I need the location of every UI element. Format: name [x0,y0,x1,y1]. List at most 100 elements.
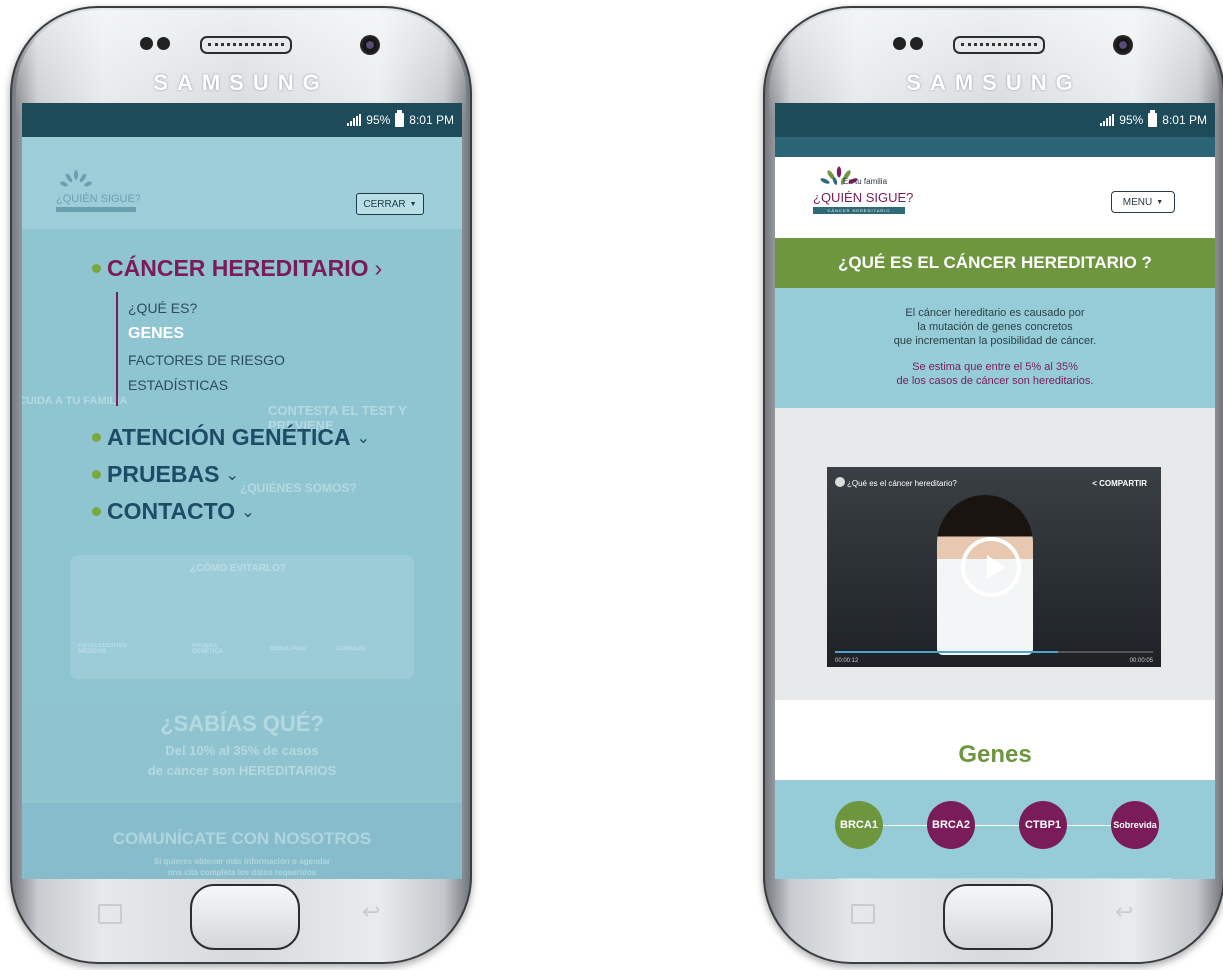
battery-percent: 95% [1119,113,1144,127]
logo-line1: En tu familia [843,177,888,186]
bg-como-text: ¿CÓMO EVITARLO? [190,563,286,574]
info-highlight-1: Se estima que entre el 5% al 35% [912,361,1078,373]
info-highlight-2: de los casos de cáncer son hereditarios. [896,375,1094,387]
site-logo: ¿QUIÉN SIGUE? [56,170,140,212]
close-menu-button[interactable]: CERRAR ▼ [356,193,424,215]
bg-step-3: RESULTADO [270,646,307,652]
page-title: ¿QUÉ ES EL CÁNCER HEREDITARIO ? [775,238,1215,288]
recent-apps-icon[interactable] [98,904,122,924]
chevron-down-icon: ⌄ [241,503,255,521]
bullet-icon [92,264,101,273]
logo-line2: ¿QUIÉN SIGUE? [56,192,140,205]
channel-avatar-icon [835,477,845,487]
bg-sabias-title: ¿SABÍAS QUÉ? [160,711,324,736]
submenu: ¿QUÉ ES? GENES FACTORES DE RIESGO ESTADÍ… [116,292,452,406]
menu-item-contacto[interactable]: CONTACTO ⌄ [92,498,452,525]
gene-brca1[interactable]: BRCA1 [835,801,883,849]
gene-connector [975,825,1019,826]
site-logo[interactable]: En tu familia ¿QUIÉN SIGUE? CÁNCER HERED… [813,165,913,217]
signal-icon [1100,114,1115,126]
top-strip [775,137,1215,157]
clock: 8:01 PM [1162,113,1207,127]
menu-button-label: MENU [1122,196,1153,208]
gene-brca2[interactable]: BRCA2 [927,801,975,849]
menu-item-cancer-hereditario[interactable]: CÁNCER HEREDITARIO › [92,255,452,282]
menu-item-label: ATENCIÓN GENÉTICA [107,424,351,450]
status-bar: 95% 8:01 PM [22,103,462,137]
info-line-2: la mutación de genes concretos [917,321,1073,333]
bg-comunicate-title: COMUNÍCATE CON NOSOTROS [112,829,372,848]
submenu-item-genes[interactable]: GENES [128,325,452,343]
phone-left: SAMSUNG ¿QUIÉN SIGUE? CERRAR ▼ CUIDA A T… [10,6,472,964]
gene-info-popup [837,878,1171,879]
share-icon: < [1092,479,1097,488]
gene-sobrevida[interactable]: Sobrevida [1111,801,1159,849]
bullet-icon [92,470,101,479]
menu-button[interactable]: MENU ▼ [1111,191,1175,213]
bullet-icon [92,433,101,442]
chevron-down-icon: ⌄ [225,466,239,484]
logo-line2: ¿QUIÉN SIGUE? [813,190,914,205]
clock: 8:01 PM [409,113,454,127]
close-menu-label: CERRAR [363,198,406,210]
bg-stat-line2: de cáncer son HEREDITARIOS [147,763,337,778]
status-bar: 95% 8:01 PM [775,103,1215,137]
genes-title: Genes [958,741,1032,768]
info-line-1: El cáncer hereditario es causado por [905,307,1085,319]
video-total-time: 00:00:05 [1129,658,1153,664]
front-camera-icon [360,35,380,55]
share-label: COMPARTIR [1099,479,1147,488]
front-camera-icon [1113,35,1133,55]
bg-comunicate-sub1: Si quieres obtener más información o age… [153,857,331,866]
gene-ctbp1[interactable]: CTBP1 [1019,801,1067,849]
earpiece-speaker [953,36,1045,54]
menu-item-label: CONTACTO [107,498,236,524]
back-icon[interactable]: ↩ [1115,899,1133,925]
logo-line3: CÁNCER HEREDITARIO [813,207,905,214]
menu-item-atencion-genetica[interactable]: ATENCIÓN GENÉTICA ⌄ [92,424,452,451]
bullet-icon [92,507,101,516]
menu-item-label: CÁNCER HEREDITARIO [107,255,369,281]
bg-step-2: PRUEBA GENÉTICA [192,643,224,655]
bg-stat-line1: Del 10% al 35% de casos [165,743,319,758]
caret-down-icon: ▼ [1156,198,1164,206]
video-player[interactable]: ¿Qué es el cáncer hereditario? < COMPART… [827,467,1161,667]
home-button[interactable] [190,884,300,950]
video-progress-bar[interactable] [835,651,1153,653]
gene-connector [883,825,927,826]
submenu-item-estadisticas[interactable]: ESTADÍSTICAS [128,377,452,393]
back-icon[interactable]: ↩ [362,899,380,925]
overlay-menu: CÁNCER HEREDITARIO › ¿QUÉ ES? GENES FACT… [92,255,452,535]
video-title[interactable]: ¿Qué es el cáncer hereditario? [847,479,957,488]
battery-percent: 95% [366,113,391,127]
submenu-item-que-es[interactable]: ¿QUÉ ES? [128,300,452,316]
caret-down-icon: ▼ [409,200,417,208]
chevron-down-icon: ⌄ [356,429,371,447]
share-button[interactable]: < COMPARTIR [1092,479,1147,488]
info-line-3: que incrementan la posibilidad de cáncer… [893,335,1097,347]
sensors [140,37,180,51]
recent-apps-icon[interactable] [851,904,875,924]
battery-icon [395,110,405,127]
menu-item-pruebas[interactable]: PRUEBAS ⌄ [92,461,452,488]
brand-logo: SAMSUNG [906,70,1082,95]
bg-step-4: CONSEJO [336,646,366,652]
bg-step-1: ANTECEDENTES MÉDICOS [78,643,128,655]
video-progress-fill [835,651,1058,653]
bg-comunicate-sub2: una cita completa los datos requeridos [167,868,317,877]
menu-item-label: PRUEBAS [107,461,220,487]
sensors [893,37,933,51]
play-button-icon[interactable] [961,537,1021,597]
battery-icon [1148,110,1158,127]
screen-left: ¿QUIÉN SIGUE? CERRAR ▼ CUIDA A TU FAMILI… [22,103,462,879]
chevron-right-icon: › [374,255,383,281]
phone-right: SAMSUNG En tu familia ¿QUIÉN SIGUE? CÁNC… [763,6,1223,964]
gene-connector [1067,825,1111,826]
screen-right: En tu familia ¿QUIÉN SIGUE? CÁNCER HERED… [775,103,1215,879]
info-section: El cáncer hereditario es causado por la … [775,288,1215,408]
brand-logo: SAMSUNG [153,70,329,95]
home-button[interactable] [943,884,1053,950]
earpiece-speaker [200,36,292,54]
submenu-item-factores[interactable]: FACTORES DE RIESGO [128,352,452,368]
signal-icon [347,114,362,126]
